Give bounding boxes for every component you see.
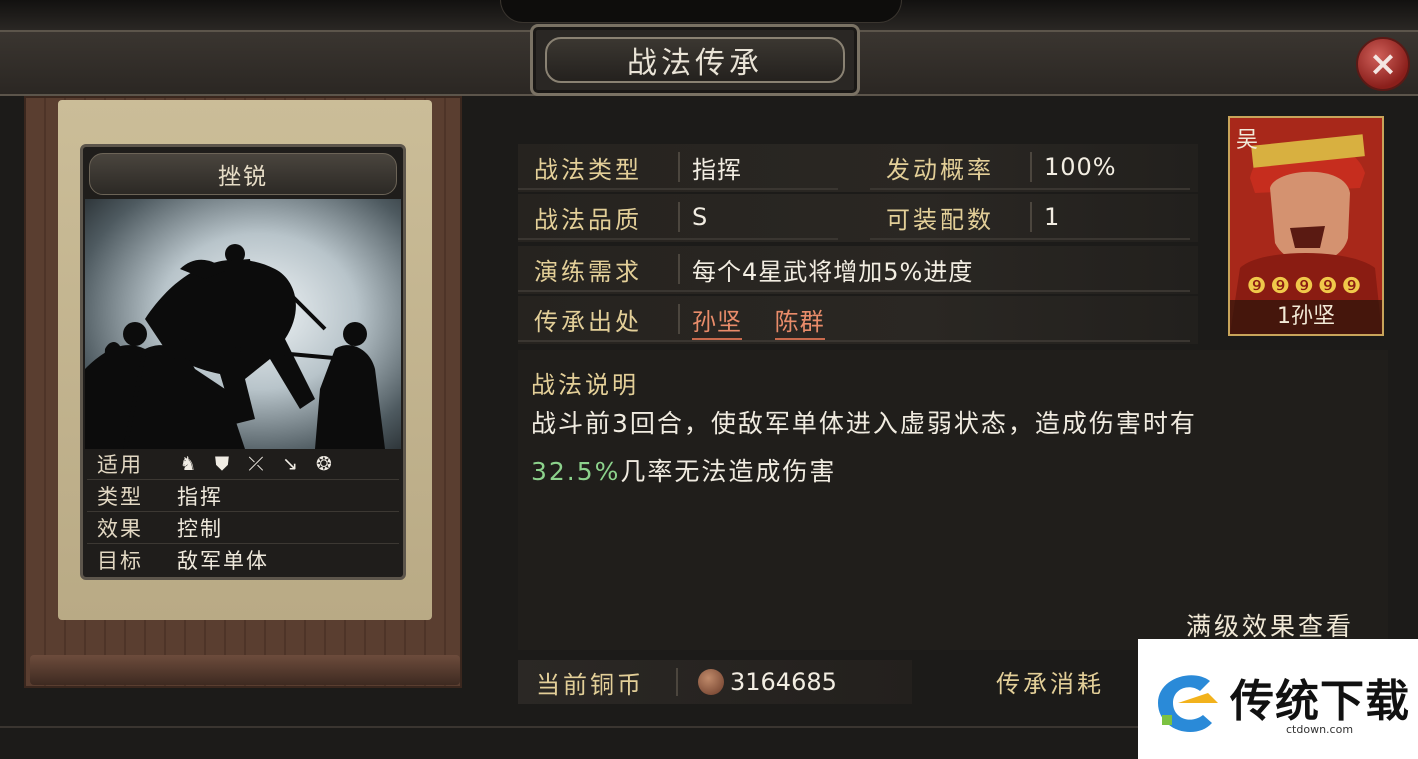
divider <box>678 254 680 284</box>
attr-key: 适用 <box>97 453 143 477</box>
attr-value: 控制 <box>177 517 223 541</box>
siege-wheel-icon: ❂ <box>316 453 332 475</box>
chance-highlight: 32.5% <box>531 457 621 486</box>
divider <box>678 202 680 232</box>
full-level-effect-link[interactable]: 满级效果查看 <box>1186 607 1354 643</box>
scroll-roll <box>30 655 460 685</box>
title-plate: 战法传承 <box>530 24 860 96</box>
source-label: 传承出处 <box>534 307 642 336</box>
attr-value: 敌军单体 <box>177 549 269 573</box>
description-panel <box>518 350 1388 650</box>
cavalry-icon: ♞ <box>179 453 197 475</box>
trigger-rate-label: 发动概率 <box>886 155 994 184</box>
quality-label: 战法品质 <box>534 205 642 234</box>
training-requirement-field: 演练需求 每个4星武将增加5%进度 <box>518 248 1190 292</box>
trigger-rate-value: 100% <box>1044 153 1117 181</box>
attr-key: 类型 <box>97 485 143 509</box>
inheritance-source-field: 传承出处 孙坚 陈群 <box>518 298 1190 342</box>
equip-count-field: 可装配数 1 <box>870 196 1190 240</box>
divider <box>678 304 680 334</box>
coins-value: 3164685 <box>730 668 837 696</box>
attr-value: 指挥 <box>177 485 223 509</box>
divider <box>1030 152 1032 182</box>
description-line-2: 32.5%几率无法造成伤害 <box>531 448 1351 496</box>
general-portrait[interactable]: 吴 ❾❾❾❾❾ 1孙坚 <box>1228 116 1384 336</box>
general-name: 1孙坚 <box>1230 300 1382 334</box>
attr-key: 目标 <box>97 549 143 573</box>
page-title: 战法传承 <box>545 37 845 83</box>
skill-type-field: 战法类型 指挥 <box>518 146 838 190</box>
description-text: 战斗前3回合，使敌军单体进入虚弱状态，造成伤害时有 32.5%几率无法造成伤害 <box>531 400 1351 496</box>
top-notch <box>500 0 902 23</box>
faction-badge: 吴 <box>1236 128 1259 153</box>
coins-label: 当前铜币 <box>536 670 644 699</box>
skill-name: 挫锐 <box>89 153 397 195</box>
source-link-chenqun[interactable]: 陈群 <box>774 307 825 340</box>
trigger-rate-field: 发动概率 100% <box>870 146 1190 190</box>
source-values: 孙坚 陈群 <box>692 302 849 340</box>
divider <box>678 152 680 182</box>
attr-key: 效果 <box>97 517 143 541</box>
spear-icon: ↘ <box>282 453 298 475</box>
attr-row-type: 类型 指挥 <box>87 481 399 512</box>
attr-row-applicable: 适用 ♞ ⛊ ⤫ ↘ ❂ <box>87 449 399 480</box>
divider <box>1030 202 1032 232</box>
copper-coin-icon <box>698 669 724 695</box>
watermark: 传统下载 ctdown.com <box>1138 639 1418 759</box>
skill-artwork <box>85 199 401 449</box>
close-icon: × <box>1368 44 1398 84</box>
description-line-2-rest: 几率无法造成伤害 <box>620 457 837 486</box>
skill-type-value: 指挥 <box>692 155 742 184</box>
watermark-url: ctdown.com <box>1286 723 1354 736</box>
close-button[interactable]: × <box>1356 37 1410 91</box>
divider <box>676 668 678 696</box>
source-link-sunjian[interactable]: 孙坚 <box>692 307 742 340</box>
skill-type-label: 战法类型 <box>534 155 642 184</box>
training-label: 演练需求 <box>534 257 642 286</box>
equip-count-label: 可装配数 <box>886 205 994 234</box>
applicable-icons: ♞ ⛊ ⤫ ↘ ❂ <box>167 453 335 475</box>
watermark-logo-icon <box>1158 675 1218 733</box>
inheritance-cost-label: 传承消耗 <box>996 670 1104 698</box>
watermark-text: 传统下载 <box>1230 676 1410 727</box>
quality-value: S <box>692 203 709 231</box>
star-rating: ❾❾❾❾❾ <box>1246 274 1366 299</box>
description-line-1: 战斗前3回合，使敌军单体进入虚弱状态，造成伤害时有 <box>531 409 1197 438</box>
attr-row-effect: 效果 控制 <box>87 513 399 544</box>
bow-icon: ⤫ <box>248 453 264 475</box>
training-value: 每个4星武将增加5%进度 <box>692 257 974 286</box>
quality-field: 战法品质 S <box>518 196 838 240</box>
attr-row-target: 目标 敌军单体 <box>87 545 399 575</box>
skill-card: 挫锐 适用 ♞ ⛊ ⤫ ↘ ❂ 类型 指挥 效果 控制 目标 敌军单体 <box>80 144 406 580</box>
description-title: 战法说明 <box>531 371 639 399</box>
coins-field: 当前铜币 3164685 <box>518 660 912 704</box>
shield-icon: ⛊ <box>214 453 230 475</box>
equip-count-value: 1 <box>1044 203 1061 231</box>
